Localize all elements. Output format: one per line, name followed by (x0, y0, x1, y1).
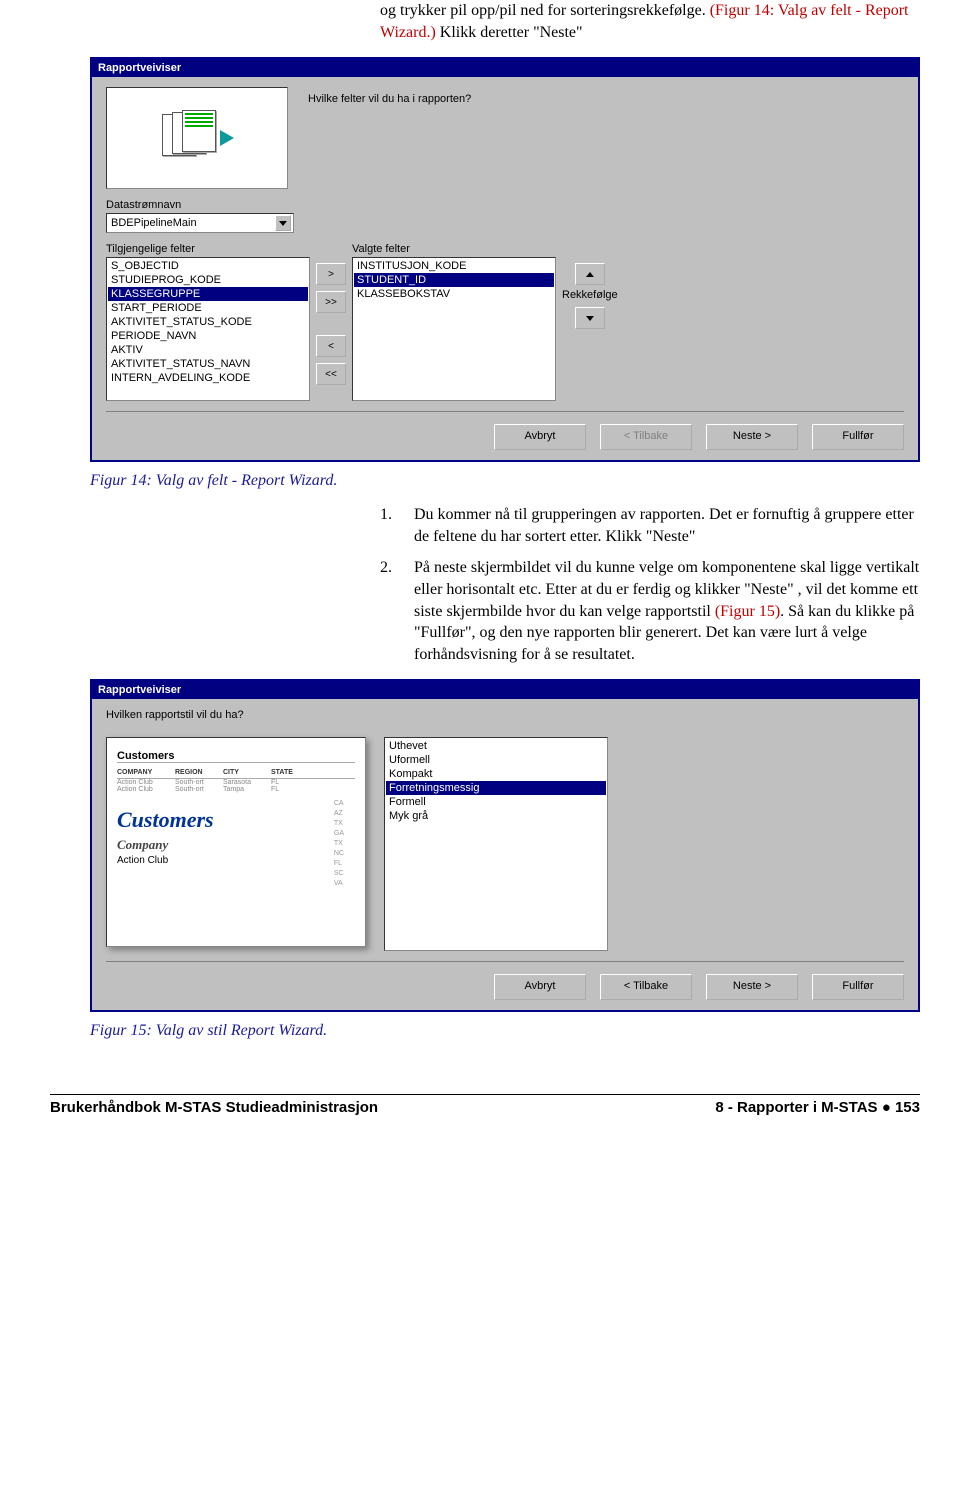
list-item-2-number: 2. (380, 557, 414, 665)
finish-button[interactable]: Fullfør (812, 424, 904, 450)
intro-paragraph: og trykker pil opp/pil ned for sortering… (380, 0, 920, 43)
list-item-2-text: På neste skjermbildet vil du kunne velge… (414, 557, 920, 665)
order-label: Rekkefølge (562, 289, 618, 301)
style-listbox[interactable]: UthevetUformellKompaktForretningsmessigF… (384, 737, 608, 951)
remove-field-button[interactable]: < (316, 335, 346, 357)
intro-part2: Klikk deretter "Neste" (436, 24, 583, 41)
datastream-label: Datastrømnavn (106, 199, 904, 211)
list-item[interactable]: Uformell (386, 753, 606, 767)
list-item[interactable]: AKTIVITET_STATUS_KODE (108, 315, 308, 329)
datastream-value: BDEPipelineMain (111, 217, 197, 229)
list-item[interactable]: PERIODE_NAVN (108, 329, 308, 343)
intro-part1: og trykker pil opp/pil ned for sortering… (380, 2, 710, 19)
figure-14-caption: Figur 14: Valg av felt - Report Wizard. (90, 472, 920, 490)
add-field-button[interactable]: > (316, 263, 346, 285)
list-item[interactable]: Formell (386, 795, 606, 809)
next-button-2[interactable]: Neste > (706, 974, 798, 1000)
list-item[interactable]: STUDIEPROG_KODE (108, 273, 308, 287)
list-item[interactable]: START_PERIODE (108, 301, 308, 315)
footer-left: Brukerhåndbok M-STAS Studieadministrasjo… (50, 1099, 378, 1116)
selected-fields-listbox[interactable]: INSTITUSJON_KODESTUDENT_IDKLASSEBOKSTAV (352, 257, 556, 401)
arrow-right-icon (220, 130, 234, 146)
bullet-icon: ● (882, 1099, 891, 1116)
wizard-1-prompt: Hvilke felter vil du ha i rapporten? (308, 87, 471, 189)
preview-state-column: CAAZTXGATXNCFLSCVA (334, 799, 344, 889)
style-preview: Customers COMPANY REGION CITY STATE Acti… (106, 737, 366, 947)
arrow-down-icon (586, 316, 594, 321)
list-item[interactable]: INTERN_AVDELING_KODE (108, 371, 308, 385)
cancel-button[interactable]: Avbryt (494, 424, 586, 450)
list-item[interactable]: INSTITUSJON_KODE (354, 259, 554, 273)
selected-fields-label: Valgte felter (352, 243, 556, 255)
list-item[interactable]: Kompakt (386, 767, 606, 781)
wizard-2-prompt: Hvilken rapportstil vil du ha? (106, 709, 904, 721)
list-item[interactable]: STUDENT_ID (354, 273, 554, 287)
next-button[interactable]: Neste > (706, 424, 798, 450)
available-fields-listbox[interactable]: S_OBJECTIDSTUDIEPROG_KODEKLASSEGRUPPESTA… (106, 257, 310, 401)
list-item[interactable]: KLASSEGRUPPE (108, 287, 308, 301)
list-item[interactable]: S_OBJECTID (108, 259, 308, 273)
remove-all-fields-button[interactable]: << (316, 363, 346, 385)
footer-right: 8 - Rapporter i M-STAS ● 153 (715, 1099, 920, 1116)
list-item[interactable]: KLASSEBOKSTAV (354, 287, 554, 301)
back-button-2[interactable]: < Tilbake (600, 974, 692, 1000)
footer-divider (50, 1094, 920, 1095)
list-item[interactable]: Myk grå (386, 809, 606, 823)
order-up-button[interactable] (575, 263, 605, 285)
page-footer: Brukerhåndbok M-STAS Studieadministrasjo… (0, 1099, 960, 1126)
list-item[interactable]: AKTIV (108, 343, 308, 357)
list-item[interactable]: Forretningsmessig (386, 781, 606, 795)
figure-15-caption: Figur 15: Valg av stil Report Wizard. (90, 1022, 920, 1040)
cancel-button-2[interactable]: Avbryt (494, 974, 586, 1000)
list-item-1-number: 1. (380, 504, 414, 547)
wizard-1-title: Rapportveiviser (92, 59, 918, 77)
wizard-2: Rapportveiviser Hvilken rapportstil vil … (90, 679, 920, 1012)
datastream-combo[interactable]: BDEPipelineMain (106, 213, 294, 233)
list-item-1-text: Du kommer nå til grupperingen av rapport… (414, 504, 920, 547)
wizard-2-title: Rapportveiviser (92, 681, 918, 699)
list-item-2: 2. På neste skjermbildet vil du kunne ve… (380, 557, 920, 665)
list-item[interactable]: AKTIVITET_STATUS_NAVN (108, 357, 308, 371)
list-item-1: 1. Du kommer nå til grupperingen av rapp… (380, 504, 920, 547)
order-down-button[interactable] (575, 307, 605, 329)
back-button: < Tilbake (600, 424, 692, 450)
wizard-1-illustration (106, 87, 288, 189)
list-item[interactable]: Uthevet (386, 739, 606, 753)
wizard-1: Rapportveiviser Hvilke felter vil du ha … (90, 57, 920, 462)
chevron-down-icon[interactable] (275, 215, 291, 231)
arrow-up-icon (586, 272, 594, 277)
available-fields-label: Tilgjengelige felter (106, 243, 310, 255)
finish-button-2[interactable]: Fullfør (812, 974, 904, 1000)
add-all-fields-button[interactable]: >> (316, 291, 346, 313)
